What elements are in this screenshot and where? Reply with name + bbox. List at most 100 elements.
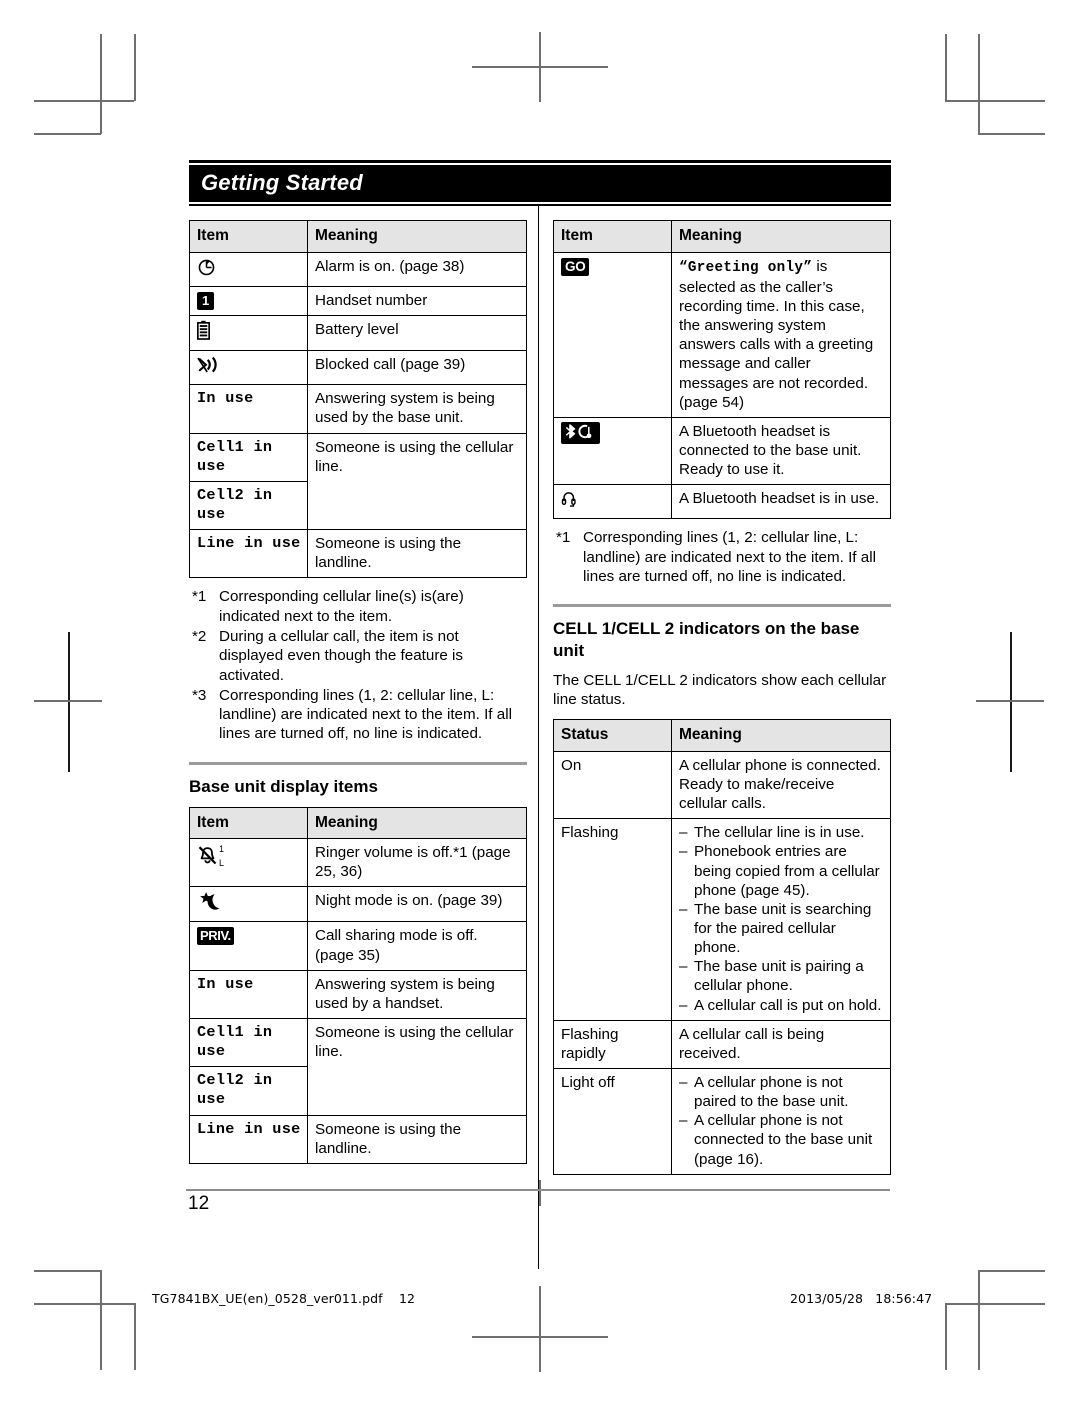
footer-time: 18:56:47 (875, 1291, 933, 1306)
crop-mark-bottom-right-h1 (945, 1303, 1045, 1305)
table-row: 1 Handset number (189, 285, 527, 316)
meaning-cell: A cellular call is being received. (671, 1019, 891, 1070)
status-cell: Flashing rapidly (553, 1019, 672, 1070)
footnote-text: Corresponding lines (1, 2: cellular line… (219, 686, 512, 743)
item-cell (553, 416, 672, 486)
crop-mark-top-left-v2 (134, 34, 136, 101)
table-row: A Bluetooth headset is in use. (553, 484, 891, 520)
page-number: 12 (188, 1193, 210, 1214)
banner-rule-top (189, 160, 891, 163)
meaning-cell: A Bluetooth headset is in use. (671, 484, 891, 520)
footnote-tag: *1 (556, 529, 571, 547)
dash-marker: – (679, 958, 688, 976)
footnote-item: *1 Corresponding cellular line(s) is(are… (189, 587, 527, 626)
alarm-clock-icon (197, 257, 216, 281)
meaning-cell: Someone is using the cellular line. (307, 1018, 527, 1116)
item-cell: 1L (189, 838, 308, 888)
chapter-banner: Getting Started (189, 160, 891, 207)
headset-in-use-icon (561, 489, 577, 513)
center-tick-lower (539, 1286, 541, 1312)
dash-text: A cellular phone is not connected to the… (694, 1112, 873, 1168)
dash-marker: – (679, 843, 688, 861)
crop-mark-bottom-right-v2 (945, 1303, 947, 1370)
meaning-cell: Blocked call (page 39) (307, 350, 527, 386)
footer-date: 2013/05/28 (790, 1291, 864, 1306)
handset-display-items-table: Item Meaning Alarm is on. (page 38) 1 Ha… (189, 220, 527, 579)
dash-list-item: – A cellular phone is not connected to th… (679, 1111, 884, 1168)
ringer-off-icon (197, 845, 218, 871)
column-header-meaning: Meaning (307, 220, 527, 253)
registration-mark-left-v (68, 632, 70, 772)
section-title-base-unit-display-items: Base unit display items (189, 776, 378, 796)
dash-list-item: – The base unit is pairing a cellular pho… (679, 957, 884, 995)
footer-file-page: 12 (398, 1291, 416, 1306)
footer-file-name: TG7841BX_UE(en)_0528_ver011.pdf (152, 1291, 383, 1306)
table-row: Light off – A cellular phone is not paire… (553, 1068, 891, 1175)
column-header-meaning: Meaning (671, 719, 891, 752)
blocked-call-icon (197, 355, 221, 379)
meaning-cell: Answering system is being used by the ba… (307, 384, 527, 434)
document-page: Getting Started Item Meaning Alarm is on… (0, 0, 1080, 1404)
dash-text: A cellular phone is not paired to the ba… (694, 1074, 849, 1111)
right-column: Item Meaning GO “Greeting only” is selec… (553, 220, 891, 1175)
table-row: Flashing – The cellular line is in use. –… (553, 818, 891, 1021)
banner-rule-bottom (189, 204, 891, 207)
dash-text: A cellular call is put on hold. (694, 996, 882, 1014)
meaning-cell: Battery level (307, 314, 527, 352)
center-tick-upper (539, 1180, 541, 1206)
crop-mark-top-left-h1 (34, 100, 134, 102)
dash-list-item: – A cellular phone is not paired to the b… (679, 1073, 884, 1111)
priv-badge-icon: PRIV. (197, 927, 234, 946)
column-header-item: Item (189, 806, 308, 840)
dash-list-item: – The base unit is searching for the pair… (679, 900, 884, 957)
item-cell: 1 (189, 285, 308, 316)
dash-marker: – (679, 996, 688, 1014)
table-row: Flashing rapidly A cellular call is bein… (553, 1019, 891, 1070)
meaning-cell: – A cellular phone is not paired to the b… (671, 1068, 891, 1175)
crop-mark-top-left-h2 (34, 133, 101, 135)
meaning-cell: A Bluetooth headset is connected to the … (671, 416, 891, 486)
item-cell: In use (189, 969, 308, 1020)
item-cell: GO (553, 251, 672, 418)
dash-text: The base unit is pairing a cellular phon… (694, 958, 864, 995)
meaning-cell: – The cellular line is in use. – Phonebook… (671, 818, 891, 1021)
crop-mark-top-left-v1 (100, 34, 102, 134)
registration-mark-bottom-h (472, 1336, 608, 1338)
footnote-tag: *3 (192, 686, 207, 704)
bluetooth-headset-connected-icon (561, 421, 600, 445)
ringer-off-line-indicator: 1L (219, 845, 224, 868)
dash-text: The cellular line is in use. (694, 824, 865, 842)
meaning-cell: “Greeting only” is selected as the calle… (671, 251, 891, 418)
ringer-off-sub: L (219, 858, 225, 869)
column-header-item: Item (189, 220, 308, 253)
left-footnote-list: *1 Corresponding cellular line(s) is(are… (189, 587, 527, 743)
handset-number-badge-icon: 1 (197, 291, 215, 310)
footnote-item: *1 Corresponding lines (1, 2: cellular l… (553, 528, 891, 586)
footnote-tag: *1 (192, 588, 207, 606)
additional-display-items-table: Item Meaning GO “Greeting only” is selec… (553, 220, 891, 520)
footnote-tag: *2 (192, 627, 207, 645)
dash-marker: – (679, 900, 688, 918)
crop-mark-top-right-v1 (978, 34, 980, 134)
footnote-text: During a cellular call, the item is not … (219, 627, 464, 684)
table-row: Cell1 in use Someone is using the cellul… (189, 432, 527, 531)
item-cell: In use (189, 384, 308, 434)
item-cell: Cell1 in use (189, 1018, 308, 1068)
registration-mark-right-h (976, 700, 1044, 702)
column-divider (538, 204, 539, 1270)
section-intro-text: The CELL 1/CELL 2 indicators show each c… (553, 671, 887, 709)
table-row: Line in use Someone is using the landlin… (189, 1114, 527, 1164)
column-header-meaning: Meaning (671, 220, 891, 253)
crop-mark-bottom-left-h2 (34, 1270, 101, 1272)
column-header-item: Item (553, 220, 672, 253)
table-row: In use Answering system is being used by… (189, 384, 527, 434)
crop-mark-bottom-left-v1 (100, 1270, 102, 1370)
item-cell: Line in use (189, 529, 308, 579)
item-cell (189, 886, 308, 923)
meaning-cell: Handset number (307, 285, 527, 316)
cell-indicator-status-table: Status Meaning On A cellular phone is co… (553, 719, 891, 1175)
item-cell (189, 251, 308, 287)
status-cell: Light off (553, 1068, 672, 1175)
crop-mark-bottom-right-v1 (978, 1270, 980, 1370)
section-separator (189, 761, 527, 765)
